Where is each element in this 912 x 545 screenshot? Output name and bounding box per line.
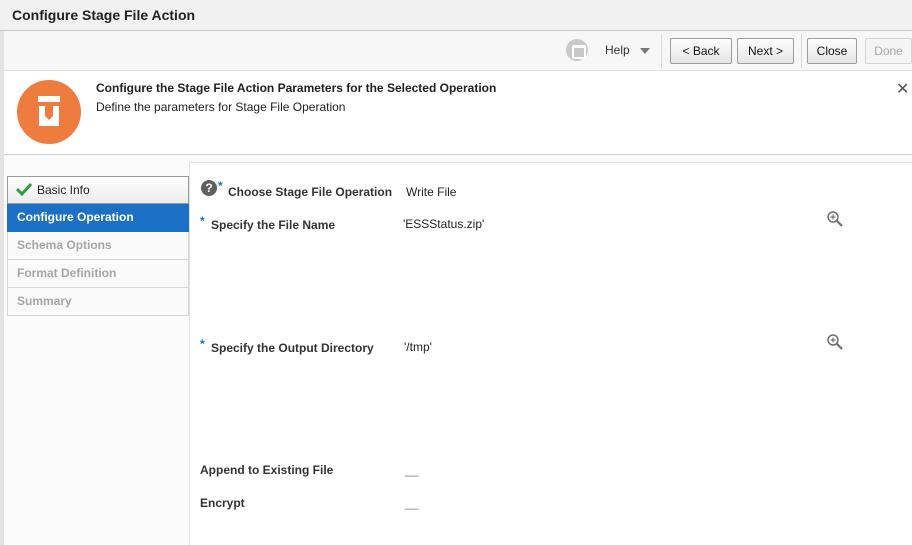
output-directory-label: Specify the Output Directory [211,341,374,355]
next-button[interactable]: Next > [737,38,794,64]
required-marker: * [200,337,205,351]
close-button[interactable]: Close [807,38,857,64]
train-step-label: Basic Info [37,183,90,197]
append-value[interactable]: __ [405,463,418,477]
operation-label: Choose Stage File Operation [228,185,393,199]
operation-value[interactable]: Write File [406,185,456,199]
encrypt-value[interactable]: __ [405,496,418,510]
output-directory-value[interactable]: '/tmp' [404,340,432,354]
toolbar: Help < Back Next > Close Done [4,31,912,71]
wizard-train: Basic Info Configure Operation Schema Op… [7,176,189,316]
help-icon[interactable]: ? [201,180,217,196]
title-bar: Configure Stage File Action [0,0,912,31]
required-marker: * [218,179,223,193]
toolbar-divider [801,34,802,68]
done-button: Done [865,38,912,64]
page-subtitle: Define the parameters for Stage File Ope… [96,100,346,114]
train-step-basic-info[interactable]: Basic Info [7,176,189,204]
chevron-down-icon[interactable] [640,48,650,54]
zoom-in-icon[interactable] [826,333,844,351]
page-header: Configure the Stage File Action Paramete… [4,71,912,155]
train-step-schema-options: Schema Options [7,232,189,260]
checkmark-icon [16,182,32,196]
close-icon[interactable]: ✕ [896,79,909,99]
toolbar-divider [661,34,662,68]
stage-file-icon [17,80,81,144]
required-marker: * [200,214,205,228]
form-panel: ? * Choose Stage File Operation Write Fi… [189,162,912,545]
encrypt-label: Encrypt [200,496,245,510]
page-title: Configure the Stage File Action Paramete… [96,81,497,95]
append-label: Append to Existing File [200,463,334,477]
window-title: Configure Stage File Action [12,7,196,23]
help-menu[interactable]: Help [605,43,630,57]
train-step-configure-operation[interactable]: Configure Operation [7,204,189,232]
train-step-summary: Summary [7,288,189,316]
message-icon[interactable] [566,39,588,61]
file-name-label: Specify the File Name [211,218,336,232]
file-name-value[interactable]: 'ESSStatus.zip' [403,217,484,231]
train-step-format-definition: Format Definition [7,260,189,288]
zoom-in-icon[interactable] [826,210,844,228]
back-button[interactable]: < Back [670,38,732,64]
